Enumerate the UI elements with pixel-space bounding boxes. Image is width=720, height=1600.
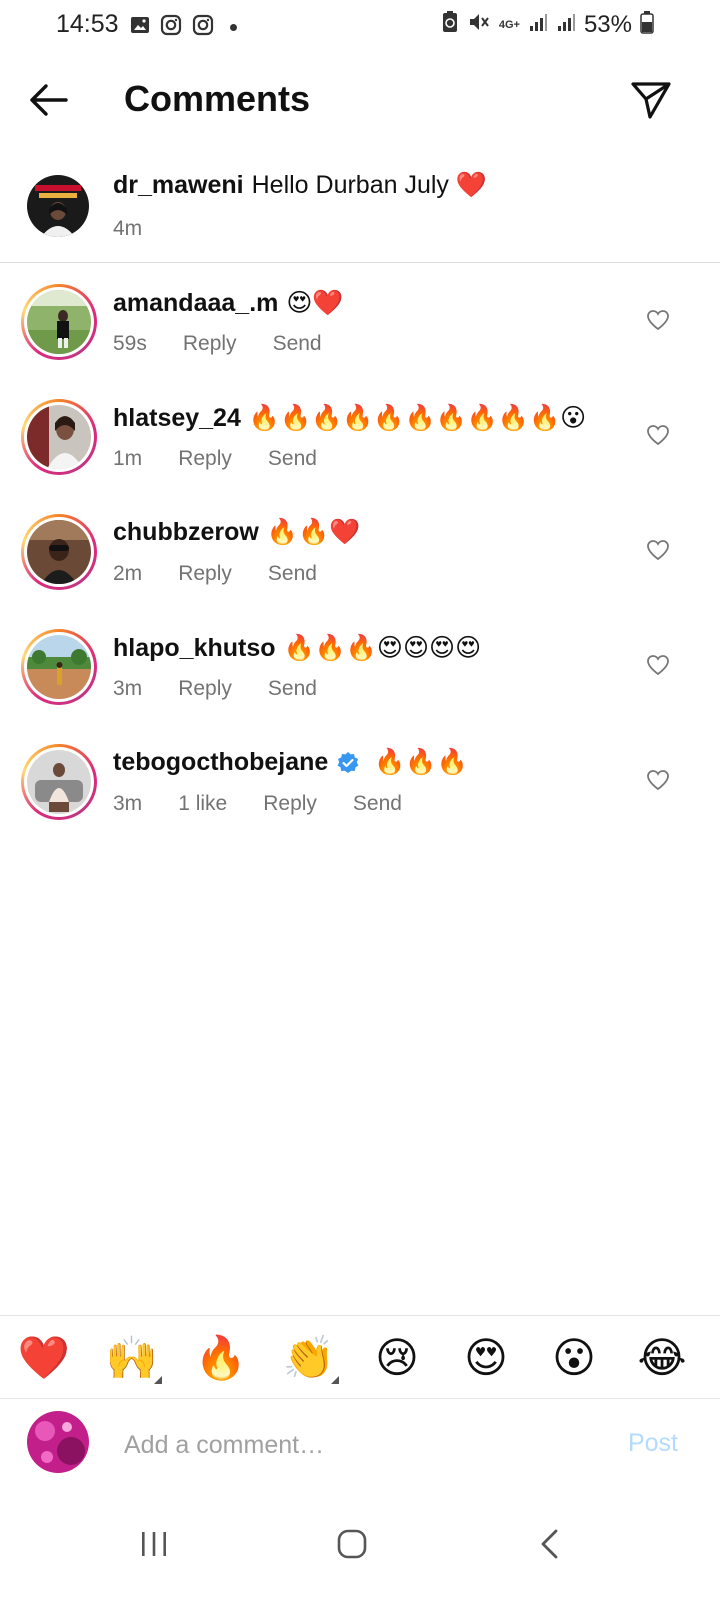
comment-item: hlatsey_24 🔥🔥🔥🔥🔥🔥🔥🔥🔥🔥😮 1m Reply Send — [0, 399, 720, 514]
emoji-surprised-button[interactable]: 😮 — [546, 1330, 602, 1386]
send-button[interactable]: Send — [273, 332, 322, 356]
network-type-icon: 4G+ — [498, 18, 520, 31]
comment-item: hlapo_khutso 🔥🔥🔥😍😍😍😍 3m Reply Send — [0, 629, 720, 744]
username[interactable]: chubbzerow — [113, 518, 259, 547]
comment-item: chubbzerow 🔥🔥❤️ 2m Reply Send — [0, 514, 720, 629]
timestamp: 4m — [113, 217, 143, 240]
chevron-left-icon — [541, 1529, 558, 1559]
emoji-crying-button[interactable]: 😢 — [369, 1330, 425, 1386]
avatar[interactable] — [21, 514, 97, 590]
reply-button[interactable]: Reply — [178, 447, 232, 471]
battery-percent: 53% — [583, 10, 632, 38]
heart-icon — [647, 540, 669, 561]
send-button[interactable]: Send — [268, 447, 317, 471]
share-button[interactable] — [630, 80, 672, 120]
top-app-bar: Comments — [0, 60, 720, 140]
avatar[interactable] — [27, 175, 89, 237]
avatar[interactable] — [21, 744, 97, 820]
back-button[interactable] — [26, 80, 70, 120]
reply-button[interactable]: Reply — [183, 332, 237, 356]
signal-icon — [528, 12, 548, 37]
send-button[interactable]: Send — [353, 792, 402, 816]
divider — [0, 262, 720, 263]
username[interactable]: dr_maweni — [113, 171, 244, 200]
username[interactable]: hlapo_khutso — [113, 634, 276, 663]
system-back-button[interactable] — [520, 1514, 580, 1574]
like-button[interactable] — [646, 769, 670, 791]
avatar — [27, 1411, 89, 1473]
avatar[interactable] — [21, 399, 97, 475]
paper-plane-icon — [631, 82, 671, 119]
avatar[interactable] — [21, 629, 97, 705]
comment-text: 😍❤️ — [286, 289, 344, 317]
comment-text: 🔥🔥🔥🔥🔥🔥🔥🔥🔥🔥😮 — [248, 404, 587, 432]
status-time: 14:53 — [56, 10, 119, 38]
skin-tone-indicator-icon — [331, 1376, 339, 1384]
caption-text: Hello Durban July ❤️ — [251, 171, 487, 199]
notification-dot-icon — [230, 24, 237, 31]
username[interactable]: tebogocthobejane — [113, 748, 328, 777]
heart-icon — [647, 655, 669, 676]
likes-count[interactable]: 1 like — [178, 792, 227, 816]
home-icon — [337, 1529, 367, 1559]
timestamp: 1m — [113, 447, 143, 470]
comment-text: 🔥🔥🔥 — [374, 748, 468, 776]
like-button[interactable] — [646, 424, 670, 446]
emoji-heart-eyes-button[interactable]: 😍 — [458, 1330, 514, 1386]
comment-text: 🔥🔥❤️ — [266, 518, 361, 546]
back-arrow-icon — [30, 84, 68, 116]
post-caption: dr_maweni Hello Durban July ❤️ 4m — [0, 165, 720, 263]
heart-icon — [647, 425, 669, 446]
emoji-heart-button[interactable]: ❤️ — [16, 1330, 72, 1386]
instagram-icon — [160, 14, 182, 41]
reply-button[interactable]: Reply — [263, 792, 317, 816]
emoji-fire-button[interactable]: 🔥 — [193, 1330, 249, 1386]
signal-icon — [556, 12, 576, 37]
emoji-laughing-button[interactable]: 😂 — [634, 1330, 690, 1386]
status-bar: 14:53 4G+ 53% — [0, 0, 720, 52]
timestamp: 3m — [113, 792, 143, 815]
mute-icon — [467, 10, 491, 39]
instagram-icon — [192, 14, 214, 41]
comment-item: amandaaa_.m 😍❤️ 59s Reply Send — [0, 284, 720, 399]
reply-button[interactable]: Reply — [178, 562, 232, 586]
timestamp: 3m — [113, 677, 143, 700]
comment-input[interactable] — [124, 1425, 594, 1465]
recent-apps-button[interactable] — [124, 1514, 184, 1574]
comments-screen: 14:53 4G+ 53% Comments dr_maweni Hello D… — [0, 0, 720, 1600]
username[interactable]: hlatsey_24 — [113, 404, 241, 433]
timestamp: 59s — [113, 332, 147, 355]
comment-composer: Post — [0, 1399, 720, 1491]
home-button[interactable] — [322, 1514, 382, 1574]
gallery-icon — [130, 15, 150, 40]
data-saver-icon — [441, 10, 459, 39]
reply-button[interactable]: Reply — [178, 677, 232, 701]
recent-apps-icon — [142, 1532, 166, 1556]
emoji-raising-hands-button[interactable]: 🙌 — [104, 1330, 162, 1386]
battery-icon — [640, 10, 654, 39]
post-button[interactable]: Post — [628, 1429, 678, 1458]
like-button[interactable] — [646, 539, 670, 561]
username[interactable]: amandaaa_.m — [113, 289, 278, 318]
send-button[interactable]: Send — [268, 562, 317, 586]
heart-icon — [647, 310, 669, 331]
avatar[interactable] — [21, 284, 97, 360]
emoji-quick-bar: ❤️ 🙌 🔥 👏 😢 😍 😮 😂 — [0, 1316, 720, 1398]
skin-tone-indicator-icon — [154, 1376, 162, 1384]
like-button[interactable] — [646, 654, 670, 676]
comment-text: 🔥🔥🔥😍😍😍😍 — [283, 634, 482, 662]
timestamp: 2m — [113, 562, 143, 585]
system-nav-bar — [0, 1490, 720, 1600]
comment-item: tebogocthobejane 🔥🔥🔥 3m 1 like Reply Sen… — [0, 744, 720, 859]
like-button[interactable] — [646, 309, 670, 331]
verified-badge-icon — [336, 751, 360, 775]
emoji-clapping-button[interactable]: 👏 — [281, 1330, 339, 1386]
send-button[interactable]: Send — [268, 677, 317, 701]
heart-icon — [647, 770, 669, 791]
page-title: Comments — [124, 78, 311, 119]
